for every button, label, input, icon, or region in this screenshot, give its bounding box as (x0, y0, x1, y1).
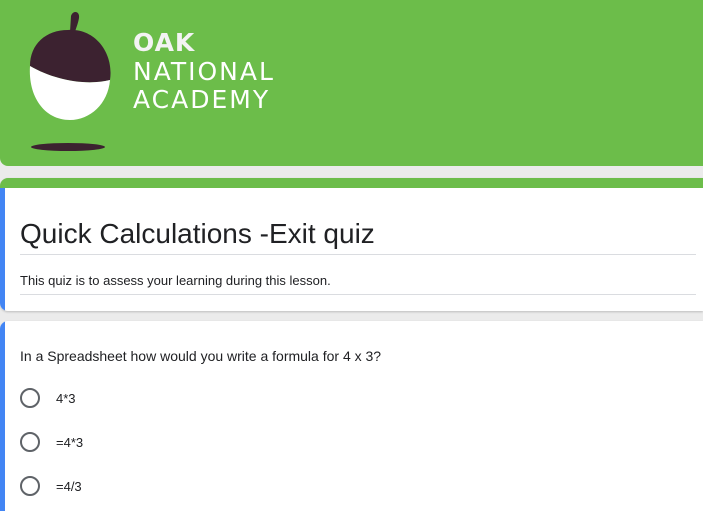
header-banner: OAK NATIONAL ACADEMY (0, 0, 703, 166)
divider (20, 294, 696, 295)
question-text: In a Spreadsheet how would you write a f… (20, 348, 382, 364)
radio-button[interactable] (20, 432, 40, 452)
option-label: 4*3 (56, 390, 76, 406)
option-4x3[interactable]: 4*3 (20, 388, 76, 408)
question-card: In a Spreadsheet how would you write a f… (0, 321, 703, 511)
radio-button[interactable] (20, 476, 40, 496)
form-title: Quick Calculations -Exit quiz (20, 218, 375, 249)
divider (20, 254, 696, 255)
option-eq-4x3[interactable]: =4*3 (20, 432, 83, 452)
radio-button[interactable] (20, 388, 40, 408)
form-description: This quiz is to assess your learning dur… (20, 273, 331, 288)
brand-wordmark: OAK NATIONAL ACADEMY (133, 28, 275, 114)
option-label: =4/3 (56, 478, 82, 494)
option-label: =4*3 (56, 434, 84, 450)
brand-line-academy: ACADEMY (133, 85, 271, 114)
option-eq-4div3[interactable]: =4/3 (20, 476, 82, 496)
acorn-icon (29, 12, 111, 151)
form-title-card: Quick Calculations -Exit quiz This quiz … (0, 178, 703, 311)
brand-line-national: NATIONAL (133, 57, 275, 86)
brand-line-oak: OAK (133, 28, 196, 57)
